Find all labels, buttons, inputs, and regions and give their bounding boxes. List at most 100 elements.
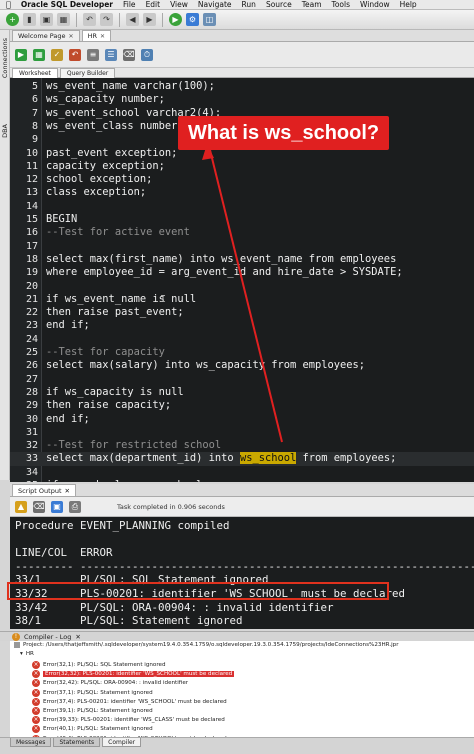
code-line[interactable]: 29 then raise capacity; — [10, 399, 474, 412]
code-line[interactable]: 13 class exception; — [10, 186, 474, 199]
compiler-error-item[interactable]: × Error(32,1): PL/SQL: SQL Statement igno… — [32, 661, 166, 669]
eraser-icon[interactable]: ⌫ — [33, 500, 45, 513]
apple-icon[interactable]:  — [6, 0, 11, 9]
code-line[interactable]: 35 if ws_school = arg_school — [10, 479, 474, 482]
menu-edit[interactable]: Edit — [146, 0, 161, 9]
code-line[interactable]: 19 where employee_id = arg_event_id and h… — [10, 266, 474, 279]
code-line[interactable]: 23 end if; — [10, 319, 474, 332]
tab-label: HR — [87, 32, 97, 40]
highlighted-identifier[interactable]: ws_school — [239, 452, 297, 465]
tab-hr[interactable]: HR ✕ — [81, 30, 112, 41]
close-icon[interactable]: ✕ — [100, 33, 105, 40]
task-status: Task completed in 0.906 seconds — [117, 502, 225, 511]
compiler-error-item[interactable]: × Error(40,1): PL/SQL: Statement ignored — [32, 725, 153, 734]
output-line: 38/1 PL/SQL: Statement ignored — [15, 614, 243, 628]
save-all-icon[interactable]: ▦ — [57, 13, 70, 26]
run-script-icon[interactable]: ▦ — [33, 48, 45, 61]
menu-window[interactable]: Window — [360, 0, 390, 9]
eraser-icon[interactable]: ⌫ — [123, 48, 135, 61]
error-text: Error(32,1): PL/SQL: SQL Statement ignor… — [43, 662, 166, 668]
forward-icon[interactable]: ▶ — [143, 13, 156, 26]
tab-messages[interactable]: Messages — [10, 738, 52, 747]
menu-file[interactable]: File — [123, 0, 136, 9]
code-line[interactable]: 18 select max(first_name) into ws_event_n… — [10, 253, 474, 266]
compiler-error-item[interactable]: × Error(37,4): PLS-00201: identifier 'WS_… — [32, 697, 227, 706]
code-line[interactable]: 28 if ws_capacity is null — [10, 386, 474, 399]
save-icon[interactable]: ▣ — [40, 13, 53, 26]
code-line[interactable]: 34 — [10, 466, 474, 479]
expand-icon[interactable]: ▾ — [20, 651, 23, 657]
tab-compiler[interactable]: Compiler — [102, 738, 142, 747]
project-path[interactable]: Project: /Users/thatjeffsmith/.sqldevelo… — [14, 642, 399, 648]
side-tab-dba[interactable]: DBA — [1, 124, 9, 138]
menu-source[interactable]: Source — [266, 0, 292, 9]
menu-help[interactable]: Help — [400, 0, 417, 9]
debug-icon[interactable]: ⚙ — [186, 13, 199, 26]
pin-icon[interactable]: ▲ — [15, 500, 27, 513]
line-number: 34 — [25, 466, 38, 478]
rollback-icon[interactable]: ↶ — [69, 48, 81, 61]
code-line[interactable]: 5 ws_event_name varchar(100); — [10, 80, 474, 93]
close-icon[interactable]: ✕ — [75, 633, 80, 641]
code-line[interactable]: 33 select max(department_id) into ws_scho… — [10, 452, 474, 466]
code-text: --Test for restricted school — [46, 439, 222, 452]
compiler-error-item[interactable]: × Error(39,33): PLS-00201: identifier 'WS… — [32, 716, 225, 725]
close-icon[interactable]: ✕ — [69, 33, 74, 40]
code-line[interactable]: 11 capacity exception; — [10, 160, 474, 173]
run-statement-icon[interactable]: ▶ — [15, 48, 27, 61]
node-label: HR — [25, 651, 34, 657]
code-text: if ws_capacity is null — [46, 385, 184, 398]
tab-statements[interactable]: Statements — [53, 738, 101, 747]
sql-history-icon[interactable]: ⏱ — [141, 48, 153, 61]
menu-tools[interactable]: Tools — [332, 0, 350, 9]
code-line[interactable]: 20 — [10, 280, 474, 293]
line-number: 22 — [25, 307, 38, 319]
code-line[interactable]: 30 end if; — [10, 413, 474, 426]
undo-icon[interactable]: ↶ — [83, 13, 96, 26]
code-line[interactable]: 21 if ws_event_name is null — [10, 293, 474, 306]
tab-query-builder[interactable]: Query Builder — [59, 68, 116, 78]
code-line[interactable]: 16 --Test for active event — [10, 226, 474, 239]
error-text: Error(37,1): PL/SQL: Statement ignored — [43, 689, 153, 696]
app-name-menu[interactable]: Oracle SQL Developer — [21, 0, 113, 9]
print-icon[interactable]: ⎙ — [69, 500, 81, 513]
run-icon[interactable]: ▶ — [169, 13, 182, 26]
toolbar-divider — [119, 12, 120, 27]
close-icon[interactable]: ✕ — [65, 487, 70, 495]
open-folder-icon[interactable]: ▮ — [23, 13, 36, 26]
tab-welcome-page[interactable]: Welcome Page ✕ — [12, 30, 80, 41]
code-line[interactable]: 15 BEGIN — [10, 213, 474, 226]
explain-plan-icon[interactable]: ☰ — [105, 48, 117, 61]
compiler-error-item[interactable]: × Error(32,32): PLS-00201: identifier 'WS… — [32, 670, 235, 679]
redo-icon[interactable]: ↷ — [100, 13, 113, 26]
code-line[interactable]: 32 --Test for restricted school — [10, 439, 474, 452]
menu-navigate[interactable]: Navigate — [198, 0, 232, 9]
back-icon[interactable]: ◀ — [126, 13, 139, 26]
compiler-error-item[interactable]: × Error(39,1): PL/SQL: Statement ignored — [32, 707, 153, 715]
code-line[interactable]: 14 — [10, 200, 474, 213]
code-line[interactable]: 22 then raise past_event; — [10, 306, 474, 319]
menu-run[interactable]: Run — [242, 0, 256, 9]
code-line[interactable]: 27 — [10, 373, 474, 386]
code-line[interactable]: 12 school exception; — [10, 173, 474, 186]
code-line[interactable]: 17 — [10, 240, 474, 253]
code-line[interactable]: 6 ws_capacity number; — [10, 93, 474, 106]
side-tab-connections[interactable]: Connections — [1, 38, 9, 78]
compiler-error-item[interactable]: × Error(32,42): PL/SQL: ORA-00904: : inva… — [32, 679, 188, 688]
code-line[interactable]: 26 select max(salary) into ws_capacity fr… — [10, 359, 474, 372]
tree-node-hr[interactable]: ▾ HR — [20, 651, 34, 657]
database-icon[interactable]: ◫ — [203, 13, 216, 26]
format-icon[interactable]: ≡ — [87, 48, 99, 61]
code-line[interactable]: 31 — [10, 426, 474, 439]
new-icon[interactable]: + — [6, 13, 19, 26]
menu-view[interactable]: View — [170, 0, 188, 9]
commit-icon[interactable]: ✓ — [51, 48, 63, 61]
save-icon[interactable]: ▣ — [51, 500, 63, 513]
line-number: 12 — [25, 174, 38, 186]
tab-script-output[interactable]: Script Output ✕ — [12, 484, 76, 496]
tab-worksheet[interactable]: Worksheet — [12, 68, 58, 78]
menu-team[interactable]: Team — [302, 0, 322, 9]
compiler-error-item[interactable]: × Error(37,1): PL/SQL: Statement ignored — [32, 688, 153, 697]
code-line[interactable]: 24 — [10, 333, 474, 346]
code-line[interactable]: 25 --Test for capacity — [10, 346, 474, 359]
